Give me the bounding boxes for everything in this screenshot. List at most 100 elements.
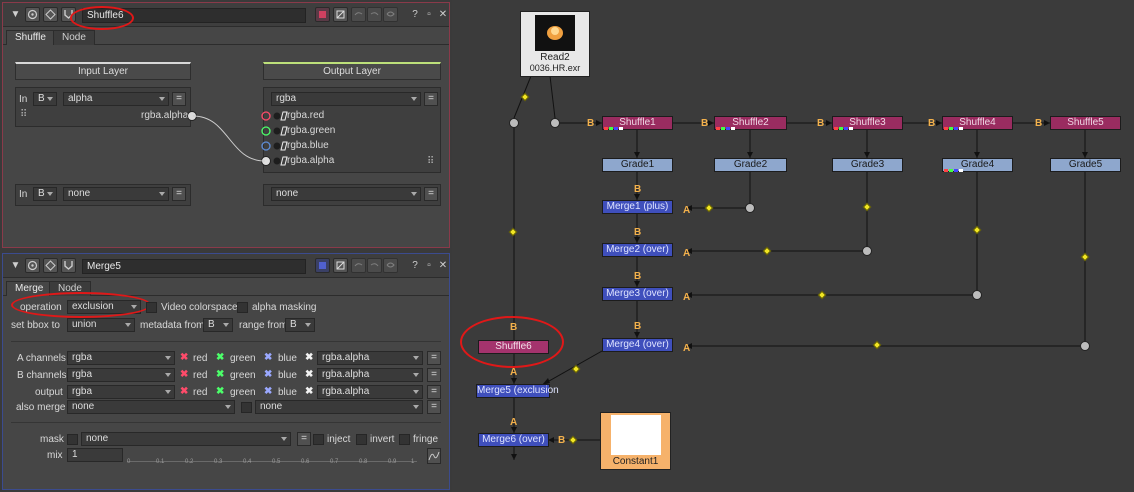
mask-checkbox[interactable]: [67, 434, 78, 445]
elbow-dot[interactable]: [972, 290, 982, 300]
revert-icon[interactable]: [383, 7, 398, 22]
tab-shuffle[interactable]: Shuffle: [6, 30, 55, 45]
green-toggle-icon[interactable]: ✖: [216, 352, 224, 364]
elbow-dot[interactable]: [862, 246, 872, 256]
alpha-channel-select[interactable]: rgba.alpha: [317, 368, 423, 382]
drag-handle-icon[interactable]: ⠿: [20, 109, 27, 121]
output2-equals-button[interactable]: =: [424, 187, 438, 201]
elbow-dot[interactable]: [745, 203, 755, 213]
viewer-icon[interactable]: [25, 258, 40, 273]
red-toggle-icon[interactable]: ✖: [180, 386, 188, 398]
video-colorspace-checkbox[interactable]: [146, 302, 157, 313]
input2-equals-button[interactable]: =: [172, 187, 186, 201]
redo-icon[interactable]: [367, 258, 382, 273]
input-b-select[interactable]: B: [33, 92, 57, 106]
fringe-checkbox[interactable]: [399, 434, 410, 445]
alpha-toggle-icon[interactable]: ✖: [305, 386, 313, 398]
alpha-masking-checkbox[interactable]: [237, 302, 248, 313]
mix-input[interactable]: 1: [67, 448, 123, 462]
shuffle-node[interactable]: Shuffle5: [1050, 116, 1121, 130]
merge-node[interactable]: Merge2 (over): [602, 243, 673, 257]
revert-icon[interactable]: [383, 258, 398, 273]
mask-select[interactable]: none: [81, 432, 291, 446]
grade-node[interactable]: Grade2: [714, 158, 787, 172]
also-merge-equals-button[interactable]: =: [427, 400, 441, 414]
input-a-label: A: [683, 292, 691, 303]
mix-tick-label: 0.4: [243, 459, 252, 465]
redo-icon[interactable]: [367, 7, 382, 22]
node-color-icon[interactable]: [315, 258, 330, 273]
inject-checkbox[interactable]: [313, 434, 324, 445]
float-icon[interactable]: ▫: [423, 260, 435, 272]
blue-toggle-icon[interactable]: ✖: [264, 369, 272, 381]
collapse-triangle-icon[interactable]: ▼: [9, 8, 22, 21]
close-icon[interactable]: ✕: [437, 9, 449, 21]
channel-layer-select[interactable]: rgba: [67, 368, 175, 382]
tab-node[interactable]: Node: [53, 30, 95, 45]
channel-equals-button[interactable]: =: [427, 385, 441, 399]
elbow-dot[interactable]: [509, 118, 519, 128]
mask-equals-button[interactable]: =: [297, 432, 311, 446]
collapse-triangle-icon[interactable]: ▼: [9, 259, 22, 272]
animation-curve-icon[interactable]: [427, 448, 441, 464]
merge-node[interactable]: Merge3 (over): [602, 287, 673, 301]
red-toggle-icon[interactable]: ✖: [180, 369, 188, 381]
alpha-toggle-icon[interactable]: ✖: [305, 369, 313, 381]
undo-icon[interactable]: [351, 258, 366, 273]
output-equals-button[interactable]: =: [424, 92, 438, 106]
undo-icon[interactable]: [351, 7, 366, 22]
mix-label: mix: [47, 450, 63, 461]
channel-equals-button[interactable]: =: [427, 368, 441, 382]
green-toggle-icon[interactable]: ✖: [216, 386, 224, 398]
center-node-icon[interactable]: [43, 258, 58, 273]
merge6-node[interactable]: Merge6 (over): [478, 433, 549, 447]
node-color-icon[interactable]: [315, 7, 330, 22]
invert-checkbox[interactable]: [356, 434, 367, 445]
range-select[interactable]: B: [285, 318, 315, 332]
input2-layer-select[interactable]: none: [63, 187, 169, 201]
channel-equals-button[interactable]: =: [427, 351, 441, 365]
bbox-select[interactable]: union: [67, 318, 135, 332]
gizmo-icon[interactable]: [61, 258, 76, 273]
merge-node[interactable]: Merge4 (over): [602, 338, 673, 352]
elbow-dot[interactable]: [550, 118, 560, 128]
merge5-node[interactable]: Merge5 (exclusion: [476, 384, 559, 398]
float-icon[interactable]: ▫: [423, 9, 435, 21]
node-graph[interactable]: Read2 0036.HR.exr B B B B B Shuffle1 Shu…: [452, 0, 1134, 492]
also-merge-checkbox[interactable]: [241, 402, 252, 413]
also-merge-select[interactable]: none: [67, 400, 235, 414]
grade-node[interactable]: Grade1: [602, 158, 673, 172]
alpha-toggle-icon[interactable]: ✖: [305, 352, 313, 364]
read-node[interactable]: Read2 0036.HR.exr: [520, 11, 590, 77]
font-color-icon[interactable]: [333, 258, 348, 273]
blue-toggle-icon[interactable]: ✖: [264, 386, 272, 398]
help-icon[interactable]: ?: [409, 260, 421, 272]
channel-layer-select[interactable]: rgba: [67, 351, 175, 365]
input-layer-select[interactable]: alpha: [63, 92, 169, 106]
font-color-icon[interactable]: [333, 7, 348, 22]
channel-layer-select[interactable]: rgba: [67, 385, 175, 399]
constant-node[interactable]: Constant1: [600, 412, 671, 470]
metadata-select[interactable]: B: [203, 318, 233, 332]
alpha-channel-select[interactable]: rgba.alpha: [317, 385, 423, 399]
blue-toggle-icon[interactable]: ✖: [264, 352, 272, 364]
grade-node[interactable]: Grade3: [832, 158, 903, 172]
input2-b-select[interactable]: B: [33, 187, 57, 201]
input-equals-button[interactable]: =: [172, 92, 186, 106]
output2-layer-select[interactable]: none: [271, 187, 421, 201]
red-toggle-icon[interactable]: ✖: [180, 352, 188, 364]
alpha-channel-select[interactable]: rgba.alpha: [317, 351, 423, 365]
close-icon[interactable]: ✕: [437, 260, 449, 272]
drag-handle-icon[interactable]: ⠿: [427, 156, 434, 168]
center-node-icon[interactable]: [43, 7, 58, 22]
output-layer-select[interactable]: rgba: [271, 92, 421, 106]
viewer-icon[interactable]: [25, 7, 40, 22]
help-icon[interactable]: ?: [409, 9, 421, 21]
node-name-field[interactable]: Merge5: [82, 259, 306, 274]
mix-slider[interactable]: 0 0.1 0.2 0.3 0.4 0.5 0.6 0.7 0.8 0.9 1: [127, 450, 417, 465]
green-toggle-icon[interactable]: ✖: [216, 369, 224, 381]
merge-node[interactable]: Merge1 (plus): [602, 200, 673, 214]
elbow-dot[interactable]: [1080, 341, 1090, 351]
grade-node[interactable]: Grade5: [1050, 158, 1121, 172]
also-merge-select-2[interactable]: none: [255, 400, 423, 414]
